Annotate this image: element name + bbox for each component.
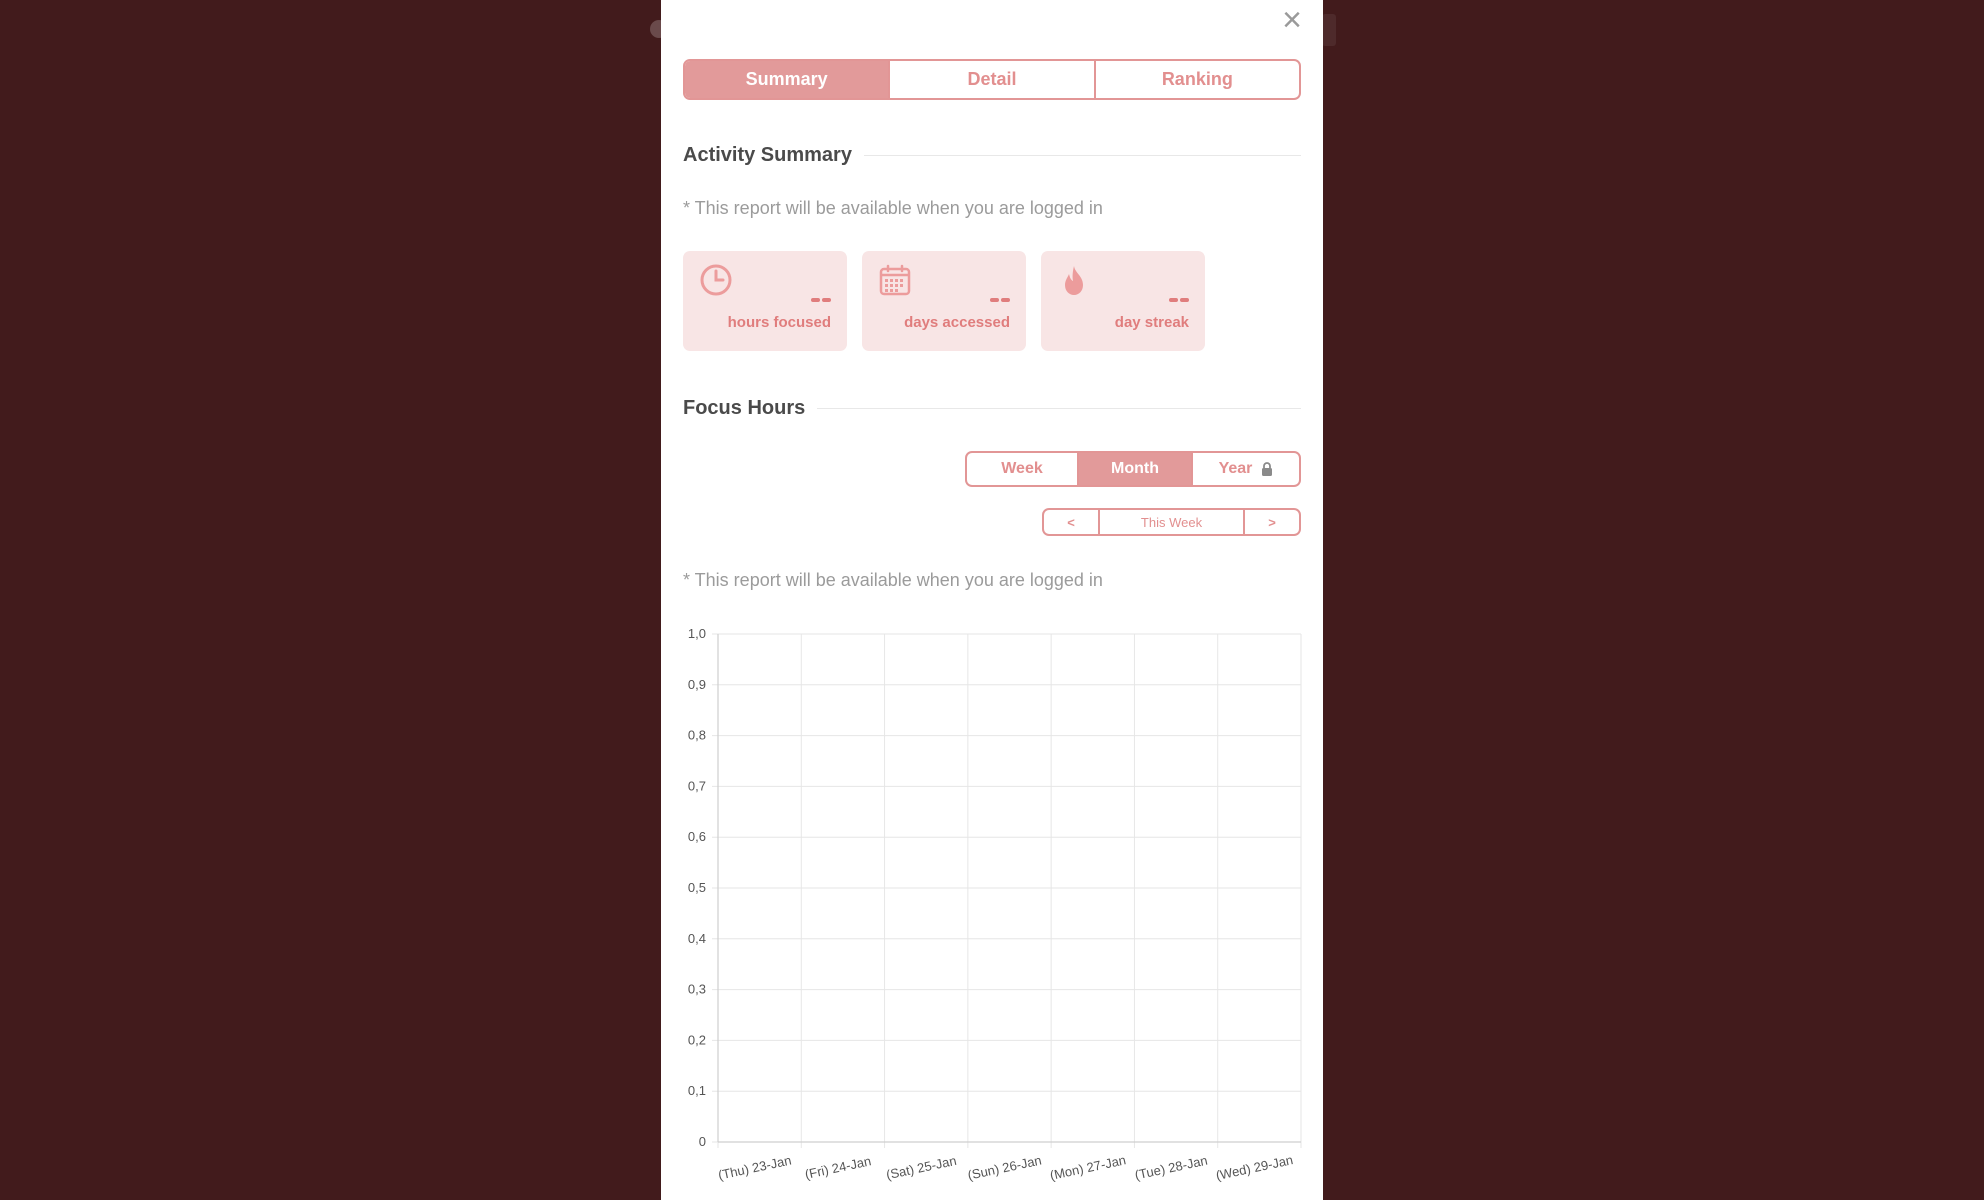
date-navigator: < This Week > [1042, 508, 1301, 536]
section-divider [863, 155, 1301, 156]
report-tabs: Summary Detail Ranking [683, 59, 1301, 100]
focus-hours-chart: 0 0,1 0,2 0,3 0,4 0,5 0,6 0,7 0,8 0,9 1,0 (Thu) 23-… [688, 626, 1302, 1183]
hours-focused-label: hours focused [727, 314, 831, 331]
clock-icon [700, 264, 732, 296]
period-week-button[interactable]: Week [967, 453, 1077, 485]
days-accessed-value [988, 289, 1010, 302]
y-tick-label: 0,3 [688, 982, 706, 997]
prev-period-button[interactable]: < [1044, 510, 1098, 534]
y-tick-label: 0,4 [688, 931, 706, 946]
y-tick-label: 0,7 [688, 778, 706, 793]
next-period-button[interactable]: > [1243, 510, 1299, 534]
period-year-button[interactable]: Year [1191, 453, 1299, 485]
y-tick-label: 0,6 [688, 829, 706, 844]
close-icon[interactable]: × [1277, 3, 1307, 37]
x-tick-label: (Sun) 26-Jan [966, 1152, 1043, 1182]
tab-detail[interactable]: Detail [888, 61, 1093, 98]
y-tick-label: 0,8 [688, 728, 706, 743]
x-tick-label: (Tue) 28-Jan [1133, 1153, 1208, 1183]
days-accessed-label: days accessed [904, 314, 1010, 331]
period-month-button[interactable]: Month [1077, 453, 1191, 485]
background-app-button [1322, 14, 1336, 46]
y-tick-label: 0 [699, 1134, 706, 1149]
tab-ranking[interactable]: Ranking [1093, 61, 1299, 98]
y-tick-label: 0,9 [688, 677, 706, 692]
hours-focused-value [809, 289, 831, 302]
y-tick-label: 0,2 [688, 1032, 706, 1047]
y-tick-label: 0,1 [688, 1083, 706, 1098]
period-selector: Week Month Year [965, 451, 1301, 487]
x-tick-label: (Mon) 27-Jan [1048, 1152, 1127, 1183]
hours-focused-card: hours focused [683, 251, 847, 351]
tab-summary[interactable]: Summary [685, 61, 889, 98]
focus-login-note: * This report will be available when you… [683, 570, 1103, 590]
calendar-icon [879, 264, 911, 296]
period-year-label: Year [1218, 460, 1253, 477]
day-streak-label: day streak [1114, 314, 1189, 331]
activity-summary-heading: Activity Summary [683, 144, 1301, 167]
report-modal: × Summary Detail Ranking Activity Summar… [661, 0, 1323, 1200]
focus-hours-title: Focus Hours [683, 397, 806, 419]
activity-login-note: * This report will be available when you… [683, 198, 1103, 218]
day-streak-card: day streak [1041, 251, 1205, 351]
section-divider [817, 408, 1301, 409]
y-tick-label: 0,5 [688, 880, 706, 895]
flame-icon [1065, 266, 1083, 295]
x-tick-label: (Sat) 25-Jan [885, 1153, 958, 1183]
x-tick-label: (Fri) 24-Jan [804, 1153, 873, 1182]
current-period-label: This Week [1098, 510, 1243, 534]
days-accessed-card: days accessed [862, 251, 1026, 351]
day-streak-value [1167, 289, 1189, 302]
x-tick-label: (Wed) 29-Jan [1214, 1152, 1294, 1183]
activity-summary-title: Activity Summary [683, 144, 852, 166]
y-tick-label: 1,0 [688, 626, 706, 641]
x-tick-label: (Thu) 23-Jan [717, 1153, 793, 1183]
focus-hours-heading: Focus Hours [683, 397, 1301, 420]
lock-icon [1262, 462, 1273, 476]
